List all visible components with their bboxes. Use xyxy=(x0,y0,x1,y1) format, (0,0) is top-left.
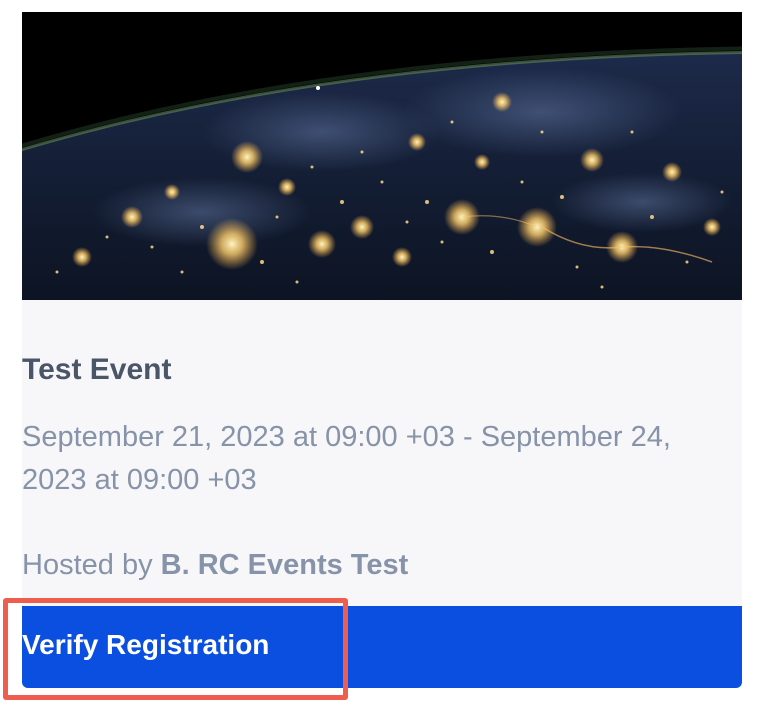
event-host-prefix: Hosted by xyxy=(22,549,161,581)
event-card: Test Event September 21, 2023 at 09:00 +… xyxy=(22,12,742,688)
event-title: Test Event xyxy=(22,353,172,386)
event-hero-image xyxy=(22,12,742,300)
event-details: Test Event September 21, 2023 at 09:00 +… xyxy=(22,300,742,606)
verify-registration-button[interactable]: Verify Registration xyxy=(22,606,742,688)
verify-registration-label: Verify Registration xyxy=(22,629,270,660)
event-host-name: B. RC Events Test xyxy=(160,549,409,581)
event-host: Hosted by B. RC Events Test xyxy=(22,547,408,583)
event-dates: September 21, 2023 at 09:00 +03 - Septem… xyxy=(22,421,671,496)
